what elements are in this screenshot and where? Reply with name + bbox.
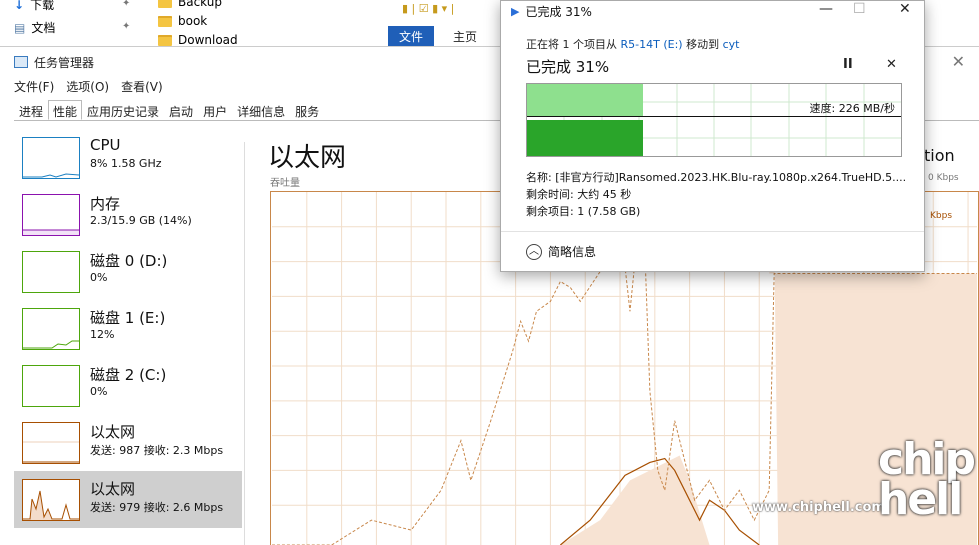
sidebar-item-label: 磁盘 1 (E:) [90,309,166,327]
menu-options[interactable]: 选项(O) [66,78,109,95]
time-remaining: 剩余时间: 大约 45 秒 [526,188,632,201]
cpu-thumbnail [22,137,80,179]
close-button[interactable]: ✕ [899,1,911,17]
sidebar-divider [244,142,245,545]
sidebar-item-memory[interactable]: 内存 2.3/15.9 GB (14%) [14,186,242,243]
sidebar-item-value: 0% [90,271,108,284]
sidebar-item-label: 内存 [90,195,121,213]
sidebar-item-value: 发送: 987 接收: 2.3 Mbps [90,444,224,457]
maximize-button[interactable]: ☐ [853,1,866,17]
sidebar-item-disk-2[interactable]: 磁盘 2 (C:) 0% [14,357,242,414]
tab-performance[interactable]: 性能 [48,100,83,120]
graph-max-label: 0 Kbps [928,173,959,183]
tab-app-history[interactable]: 应用历史记录 [82,100,164,120]
ethernet-thumbnail [22,422,80,464]
quick-access-documents[interactable]: ▤ 文档 [14,19,55,36]
less-details-toggle[interactable]: ︿ 简略信息 [526,243,596,260]
ribbon-tab-file[interactable]: 文件 [388,26,434,46]
source-link[interactable]: R5-14T (E:) [621,38,683,51]
copy-progress-dialog: ▶ 已完成 31% — ☐ ✕ 正在将 1 个项目从 R5-14T (E:) 移… [500,0,925,272]
quick-access-download[interactable]: ↓ 下载 [14,0,54,13]
chevron-up-icon: ︿ [526,243,542,260]
sidebar-item-value: 2.3/15.9 GB (14%) [90,214,192,227]
sidebar-item-ethernet-2[interactable]: 以太网 发送: 979 接收: 2.6 Mbps [14,471,242,528]
tab-details[interactable]: 详细信息 [232,100,290,120]
page-title: 以太网 [268,143,347,173]
task-manager-icon [14,56,28,68]
pin-icon: ✦ [122,0,131,9]
sidebar-item-label: CPU [90,136,121,154]
explorer-titlebar: ▮ | ☑ ▮ ▾ | 文件 主页 [388,0,500,46]
transfer-speed-graph: 速度: 226 MB/秒 [526,83,902,157]
tab-services[interactable]: 服务 [290,100,324,120]
tab-users[interactable]: 用户 [198,100,232,120]
watermark-logo: chip hell [878,434,976,525]
folder-backup[interactable]: Backup [158,0,222,9]
progress-fill-complete [527,120,643,156]
sidebar-item-ethernet-1[interactable]: 以太网 发送: 987 接收: 2.3 Mbps [14,414,242,471]
sidebar-item-label: 以太网 [90,423,136,441]
disk-thumbnail [22,251,80,293]
folder-download[interactable]: Download [158,34,238,46]
tab-processes[interactable]: 进程 [14,100,48,120]
menu-file[interactable]: 文件(F) [14,78,54,95]
memory-thumbnail [22,194,80,236]
pin-icon: ✦ [122,21,131,32]
folder-icon [158,0,172,8]
ribbon-tab-home[interactable]: 主页 [442,26,488,46]
file-name: 名称: [非官方行动]Ransomed.2023.HK.Blu-ray.1080… [526,171,907,184]
ethernet-thumbnail [22,479,80,521]
pause-button[interactable]: II [843,57,853,72]
disk-thumbnail [22,365,80,407]
sidebar-item-value: 8% 1.58 GHz [90,157,162,170]
tab-bar: 进程 性能 应用历史记录 启动 用户 详细信息 服务 [14,100,324,120]
document-icon: ▤ [14,20,26,35]
minimize-button[interactable]: — [819,1,833,17]
disk-thumbnail [22,308,80,350]
folder-book[interactable]: book [158,14,207,28]
percent-complete: 已完成 31% [526,58,610,76]
folder-icon [158,15,172,27]
sidebar-item-disk-1[interactable]: 磁盘 1 (E:) 12% [14,300,242,357]
folder-icon [158,34,172,46]
sidebar-item-disk-0[interactable]: 磁盘 0 (D:) 0% [14,243,242,300]
dialog-titlebar: ▶ 已完成 31% [511,5,592,19]
sidebar-item-value: 0% [90,385,108,398]
transfer-description: 正在将 1 个项目从 R5-14T (E:) 移动到 cyt [526,38,740,51]
graph-subtitle: 吞吐量 [270,178,300,189]
destination-link[interactable]: cyt [723,38,740,51]
menu-bar: 文件(F) 选项(O) 查看(V) [14,78,163,95]
transfer-arrow-icon: ▶ [511,5,520,18]
watermark-url: www.chiphell.com [752,500,885,515]
quick-toolbar-icons: ▮ | ☑ ▮ ▾ | [402,2,455,15]
transfer-speed: 速度: 226 MB/秒 [809,102,895,115]
sidebar-item-value: 12% [90,328,115,341]
dialog-divider [501,231,924,232]
items-remaining: 剩余项目: 1 (7.58 GB) [526,205,641,218]
close-icon[interactable]: ✕ [952,52,965,71]
sidebar-item-label: 磁盘 0 (D:) [90,252,168,270]
tab-startup[interactable]: 启动 [164,100,198,120]
menu-view[interactable]: 查看(V) [121,78,163,95]
download-arrow-icon: ↓ [14,0,25,12]
speed-line [527,116,901,117]
cancel-button[interactable]: ✕ [886,57,897,72]
sidebar-item-cpu[interactable]: CPU 8% 1.58 GHz [14,129,242,186]
adapter-name-fragment: tion [924,146,955,165]
graph-scale-label: Kbps [930,211,953,221]
progress-fill-speed [527,84,643,116]
performance-sidebar: CPU 8% 1.58 GHz 内存 2.3/15.9 GB (14%) 磁盘 … [14,129,242,545]
sidebar-item-label: 磁盘 2 (C:) [90,366,167,384]
sidebar-item-label: 以太网 [90,480,136,498]
sidebar-item-value: 发送: 979 接收: 2.6 Mbps [90,501,224,514]
